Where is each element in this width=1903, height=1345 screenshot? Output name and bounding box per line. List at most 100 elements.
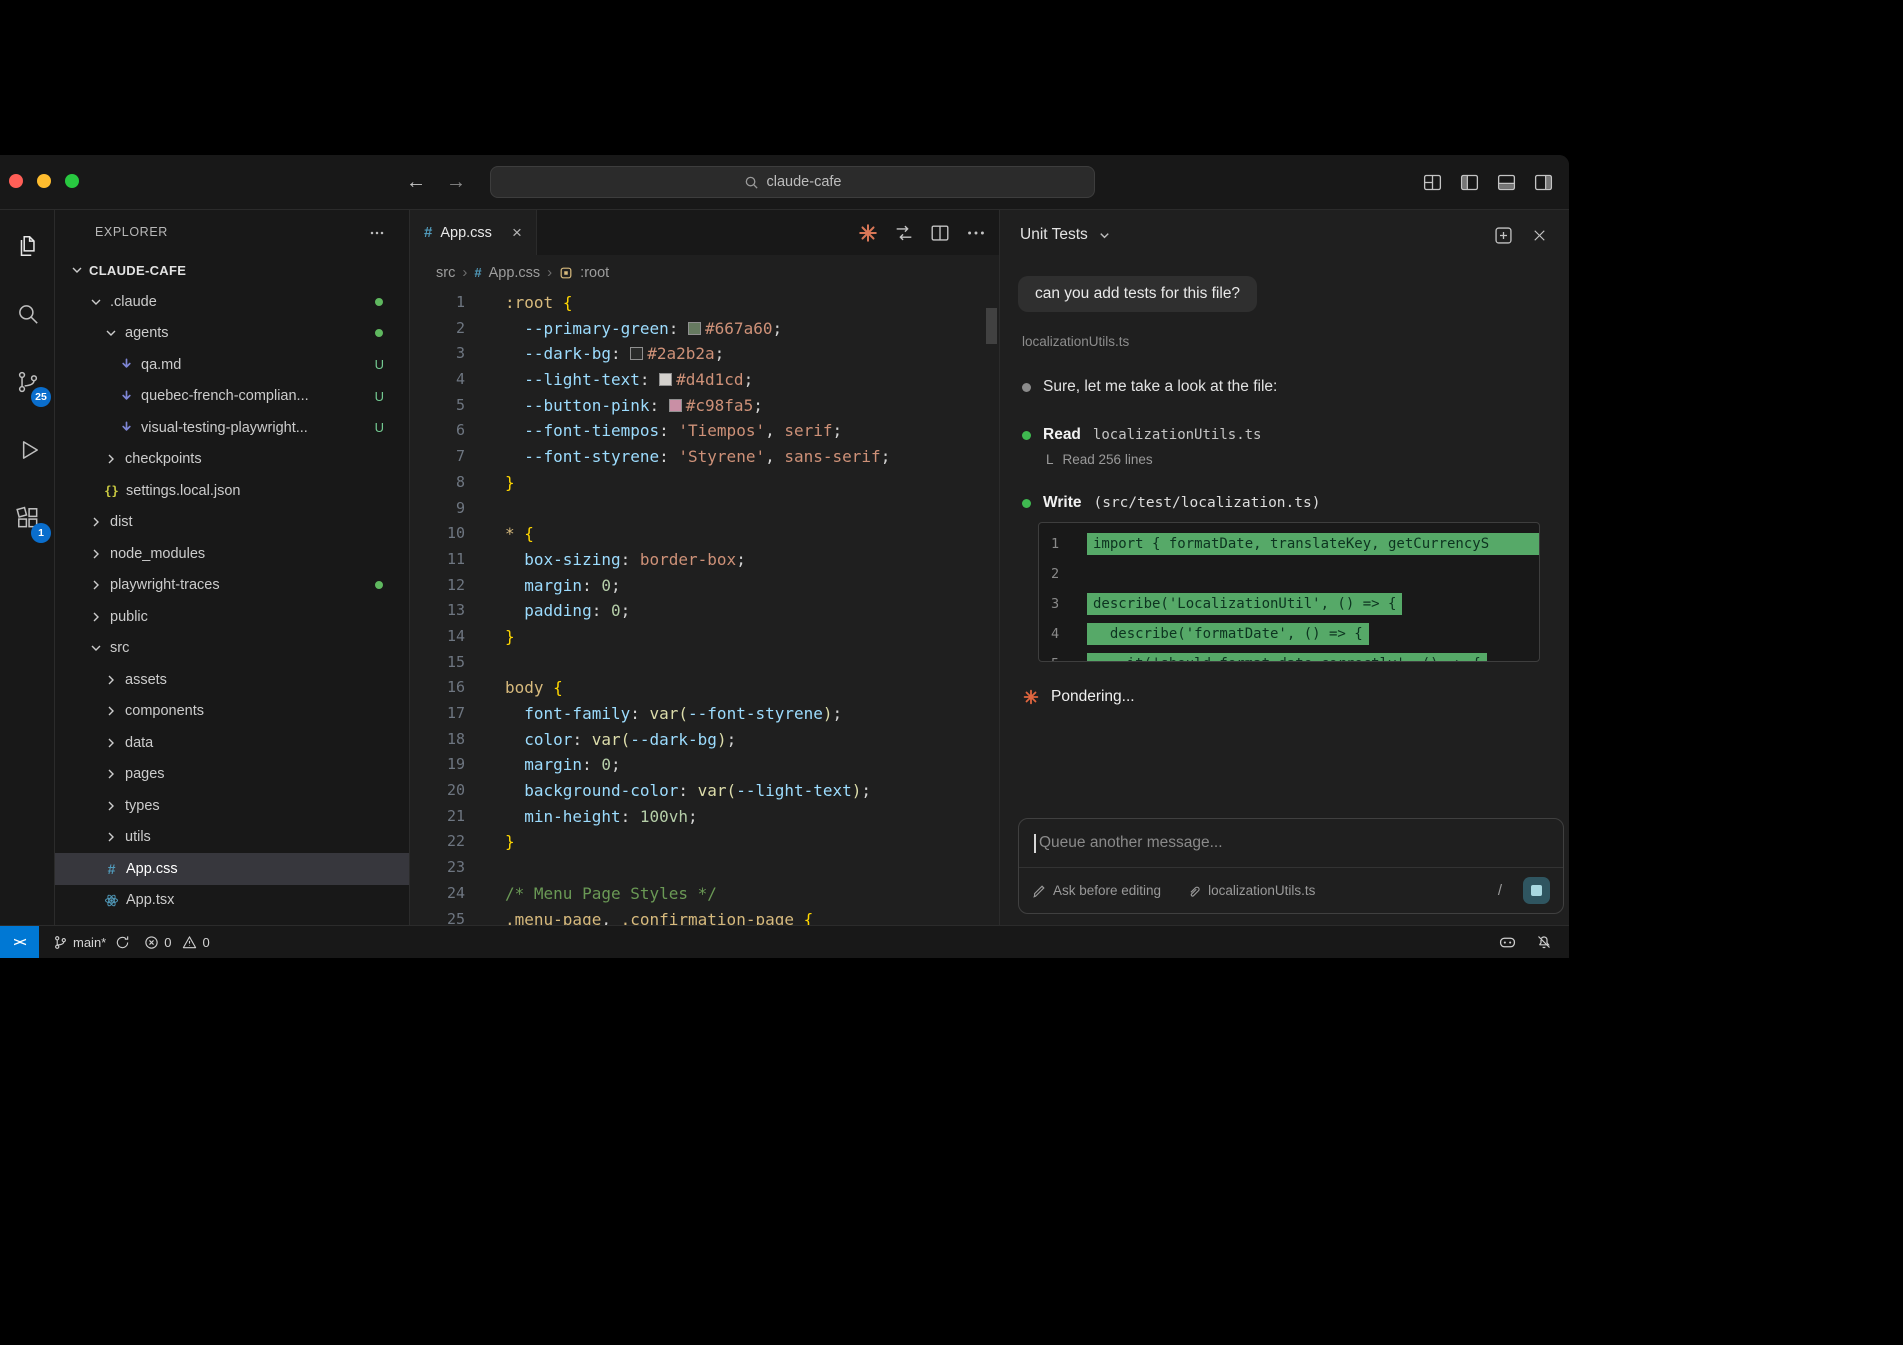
diff-line-5: 5 it('should format date correctly', () … (1039, 649, 1539, 662)
line-number: 8 (410, 470, 465, 496)
layout-controls (1422, 155, 1554, 209)
extensions-view-icon[interactable]: 1 (0, 484, 55, 552)
source-control-view-icon[interactable]: 25 (0, 348, 55, 416)
tree-item-src[interactable]: src (55, 633, 409, 665)
explorer-title: EXPLORER (95, 225, 168, 239)
command-center-search[interactable]: claude-cafe (490, 166, 1095, 198)
tree-item-public[interactable]: public (55, 601, 409, 633)
minimize-window-button[interactable] (37, 174, 51, 188)
tree-item-visual-testing-playwright[interactable]: visual-testing-playwright...U (55, 412, 409, 444)
tree-item-app-css[interactable]: #App.css (55, 853, 409, 885)
tree-item-quebec-french-complian[interactable]: quebec-french-complian...U (55, 381, 409, 413)
chevron-right-icon (103, 703, 119, 719)
color-swatch[interactable] (669, 399, 682, 412)
tree-item-utils[interactable]: utils (55, 822, 409, 854)
breadcrumb-separator-icon: › (547, 264, 552, 281)
scrollbar-thumb[interactable] (986, 308, 997, 344)
tree-item-playwright-traces[interactable]: playwright-traces (55, 570, 409, 602)
zoom-window-button[interactable] (65, 174, 79, 188)
toggle-panel-icon[interactable] (1496, 172, 1517, 193)
close-panel-icon[interactable] (1530, 226, 1549, 245)
claude-starburst-icon (1022, 688, 1040, 706)
tree-item-settings-local-json[interactable]: {}settings.local.json (55, 475, 409, 507)
color-swatch[interactable] (688, 322, 701, 335)
line-number: 10 (410, 521, 465, 547)
claude-starburst-icon[interactable] (857, 222, 879, 244)
write-tool-call: Write (src/test/localization.ts) (1022, 494, 1320, 512)
split-editor-icon[interactable] (929, 222, 951, 244)
close-window-button[interactable] (9, 174, 23, 188)
search-value: claude-cafe (767, 174, 842, 190)
chevron-right-icon (88, 577, 104, 593)
tree-item-types[interactable]: types (55, 790, 409, 822)
tree-item-node-modules[interactable]: node_modules (55, 538, 409, 570)
tree-item-app-tsx[interactable]: App.tsx (55, 885, 409, 917)
tree-item-pages[interactable]: pages (55, 759, 409, 791)
css-file-icon: # (103, 861, 120, 877)
md-file-icon (118, 389, 135, 404)
chevron-down-icon[interactable] (1097, 228, 1112, 243)
vscode-window: ← → claude-cafe (0, 155, 1569, 958)
search-view-icon[interactable] (0, 280, 55, 348)
tree-item-data[interactable]: data (55, 727, 409, 759)
tree-item-dist[interactable]: dist (55, 507, 409, 539)
message-input[interactable]: Queue another message... (1019, 819, 1563, 868)
open-changes-icon[interactable] (893, 222, 915, 244)
toggle-sidebar-icon[interactable] (1459, 172, 1480, 193)
bullet-icon (1022, 431, 1031, 440)
stop-icon (1531, 885, 1542, 896)
close-tab-icon[interactable]: × (512, 224, 522, 241)
back-arrow-icon[interactable]: ← (406, 171, 426, 194)
line-number: 3 (410, 341, 465, 367)
breadcrumb-src[interactable]: src (436, 265, 455, 281)
forward-arrow-icon[interactable]: → (446, 171, 466, 194)
stop-button[interactable] (1523, 877, 1550, 904)
tree-item-claude[interactable]: .claude (55, 286, 409, 318)
tree-item-assets[interactable]: assets (55, 664, 409, 696)
code-line-11: 11 box-sizing: border-box; (410, 547, 999, 573)
breadcrumb-file[interactable]: App.css (489, 265, 541, 281)
tree-item-qa-md[interactable]: qa.mdU (55, 349, 409, 381)
toggle-secondary-sidebar-icon[interactable] (1533, 172, 1554, 193)
workspace-root-row[interactable]: CLAUDE-CAFE (55, 256, 409, 284)
code-line-17: 17 font-family: var(--font-styrene); (410, 701, 999, 727)
line-number: 9 (410, 496, 465, 522)
chevron-right-icon (103, 735, 119, 751)
copilot-icon[interactable] (1499, 934, 1516, 951)
tab-bar: # App.css × (410, 210, 999, 255)
code-editor[interactable]: 1:root {2 --primary-green: #667a60;3 --d… (410, 290, 999, 925)
line-number: 24 (410, 881, 465, 907)
line-number: 1 (410, 290, 465, 316)
git-untracked-badge: U (375, 389, 384, 404)
user-message-bubble: can you add tests for this file? (1018, 276, 1257, 312)
line-number: 5 (1051, 656, 1077, 662)
line-number: 11 (410, 547, 465, 573)
code-line-20: 20 background-color: var(--light-text); (410, 778, 999, 804)
notifications-muted-icon[interactable] (1536, 934, 1552, 950)
new-chat-icon[interactable] (1493, 225, 1514, 246)
color-swatch[interactable] (659, 373, 672, 386)
tree-item-agents[interactable]: agents (55, 318, 409, 350)
remote-indicator[interactable]: >< (0, 926, 39, 958)
attached-file-chip[interactable]: localizationUtils.ts (1208, 883, 1315, 898)
customize-layout-icon[interactable] (1422, 172, 1443, 193)
tab-app-css[interactable]: # App.css × (410, 210, 537, 255)
code-line-4: 4 --light-text: #d4d1cd; (410, 367, 999, 393)
git-branch-item[interactable]: main* (53, 935, 130, 950)
slash-command-hint[interactable]: / (1498, 882, 1502, 899)
search-icon (744, 175, 759, 190)
read-tool-call: Read localizationUtils.ts (1022, 426, 1261, 444)
tree-item-checkpoints[interactable]: checkpoints (55, 444, 409, 476)
breadcrumb-symbol[interactable]: :root (580, 265, 609, 281)
color-swatch[interactable] (630, 347, 643, 360)
symbol-ruleset-icon (559, 266, 573, 280)
problems-item[interactable]: 0 0 (144, 935, 209, 950)
run-debug-view-icon[interactable] (0, 416, 55, 484)
explorer-view-icon[interactable] (0, 212, 55, 280)
chevron-down-icon (103, 325, 119, 341)
more-actions-icon[interactable] (367, 223, 387, 248)
more-actions-icon[interactable] (965, 222, 987, 244)
tree-item-components[interactable]: components (55, 696, 409, 728)
tab-label: App.css (440, 225, 492, 241)
ask-before-editing-toggle[interactable]: Ask before editing (1053, 883, 1161, 898)
